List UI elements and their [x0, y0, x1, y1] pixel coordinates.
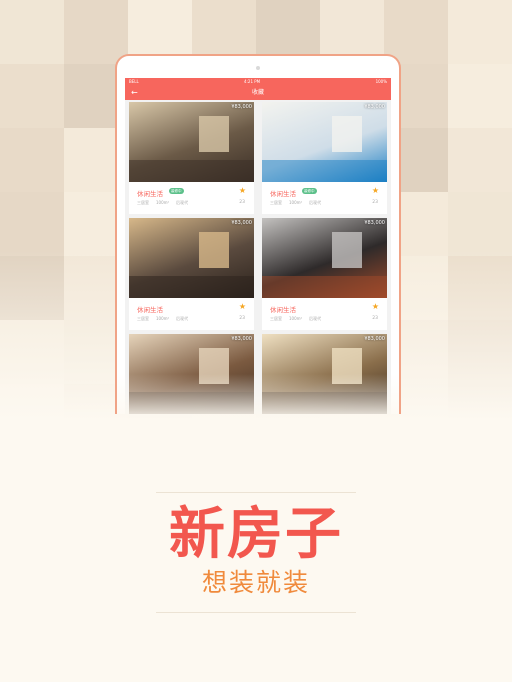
tablet-frame: BELL 4:21 PM 100% ← 收藏 ¥83,000 休闲生活 装修中 三居室… [115, 54, 401, 414]
listing-price: ¥83,000 [231, 336, 252, 342]
back-arrow-icon[interactable]: ← [131, 86, 138, 100]
photo-window [332, 232, 362, 268]
listing-title: 休闲生活 [270, 190, 296, 198]
device-fade [117, 374, 399, 414]
nav-bar: ← 收藏 [125, 86, 391, 100]
listing-card[interactable]: ¥83,000 休闲生活三居室 100m² 后现代 ★ 23 [262, 218, 387, 330]
listing-title: 休闲生活 [270, 306, 296, 314]
top-divider [156, 492, 356, 493]
listing-area: 100m² [289, 200, 303, 205]
background-tile [448, 0, 512, 64]
favorite-star-icon[interactable]: ★ [372, 186, 379, 195]
listing-card[interactable]: ¥83,000 休闲生活 装修中三居室 100m² 后现代 ★ 23 [262, 102, 387, 214]
favorite-count: 23 [372, 316, 378, 321]
listing-layout: 三居室 [137, 200, 149, 205]
status-badge: 装修中 [302, 188, 317, 194]
status-bar: BELL 4:21 PM 100% [125, 78, 391, 86]
subline: 想装就装 [201, 568, 310, 597]
background-tile [448, 128, 512, 192]
favorite-star-icon[interactable]: ★ [239, 186, 246, 195]
listing-style: 后现代 [176, 316, 189, 321]
background-tile [448, 64, 512, 128]
photo-window [332, 116, 362, 152]
listing-area: 100m² [156, 316, 170, 321]
listing-info: 休闲生活三居室 100m² 后现代 ★ 23 [129, 298, 254, 330]
listing-area: 100m² [289, 316, 303, 321]
favorite-count: 23 [239, 316, 245, 321]
background-tile [0, 0, 64, 64]
listing-photo[interactable]: ¥83,000 [129, 218, 254, 298]
listing-photo[interactable]: ¥83,000 [262, 102, 387, 182]
bottom-divider [156, 612, 356, 613]
background-tile [0, 128, 64, 192]
photo-window [199, 232, 229, 268]
headline: 新房子 [169, 502, 343, 567]
listing-info: 休闲生活 装修中三居室 100m² 后现代 ★ 23 [262, 182, 387, 214]
photo-floor [262, 276, 387, 298]
listing-price: ¥83,000 [364, 336, 385, 342]
listing-price: ¥83,000 [231, 220, 252, 226]
listing-price: ¥83,000 [364, 104, 385, 110]
listing-card[interactable]: ¥83,000 休闲生活三居室 100m² 后现代 ★ 23 [129, 218, 254, 330]
photo-floor [129, 160, 254, 182]
photo-floor [262, 160, 387, 182]
photo-floor [129, 276, 254, 298]
camera-dot [256, 66, 260, 70]
carrier-label: BELL [129, 79, 139, 84]
background-tile [64, 0, 128, 64]
listing-photo[interactable]: ¥83,000 [129, 102, 254, 182]
listing-meta: 三居室 100m² 后现代 [270, 200, 328, 206]
listing-layout: 三居室 [137, 316, 149, 321]
favorite-star-icon[interactable]: ★ [372, 302, 379, 311]
listing-card[interactable]: ¥83,000 休闲生活 装修中三居室 100m² 后现代 ★ 23 [129, 102, 254, 214]
favorite-star-icon[interactable]: ★ [239, 302, 246, 311]
listing-title: 休闲生活 [137, 190, 163, 198]
listing-layout: 三居室 [270, 200, 282, 205]
photo-window [199, 116, 229, 152]
listing-price: ¥83,000 [231, 104, 252, 110]
favorite-count: 23 [372, 200, 378, 205]
clock-label: 4:21 PM [244, 79, 261, 84]
listing-style: 后现代 [309, 200, 322, 205]
listing-style: 后现代 [309, 316, 322, 321]
listing-layout: 三居室 [270, 316, 282, 321]
background-tile [0, 64, 64, 128]
listing-meta: 三居室 100m² 后现代 [137, 200, 195, 206]
listing-meta: 三居室 100m² 后现代 [270, 316, 328, 322]
listing-price: ¥83,000 [364, 220, 385, 226]
listing-area: 100m² [156, 200, 170, 205]
listing-photo[interactable]: ¥83,000 [262, 218, 387, 298]
battery-label: 100% [375, 79, 387, 84]
nav-title: 收藏 [251, 89, 264, 96]
status-badge: 装修中 [169, 188, 184, 194]
background-tile [384, 0, 448, 64]
listing-info: 休闲生活 装修中三居室 100m² 后现代 ★ 23 [129, 182, 254, 214]
background-tile [448, 192, 512, 256]
listing-meta: 三居室 100m² 后现代 [137, 316, 195, 322]
background-tile [0, 192, 64, 256]
listing-title: 休闲生活 [137, 306, 163, 314]
favorite-count: 23 [239, 200, 245, 205]
app-screen: BELL 4:21 PM 100% ← 收藏 ¥83,000 休闲生活 装修中 三居室… [125, 78, 391, 414]
listing-style: 后现代 [176, 200, 189, 205]
listing-info: 休闲生活三居室 100m² 后现代 ★ 23 [262, 298, 387, 330]
